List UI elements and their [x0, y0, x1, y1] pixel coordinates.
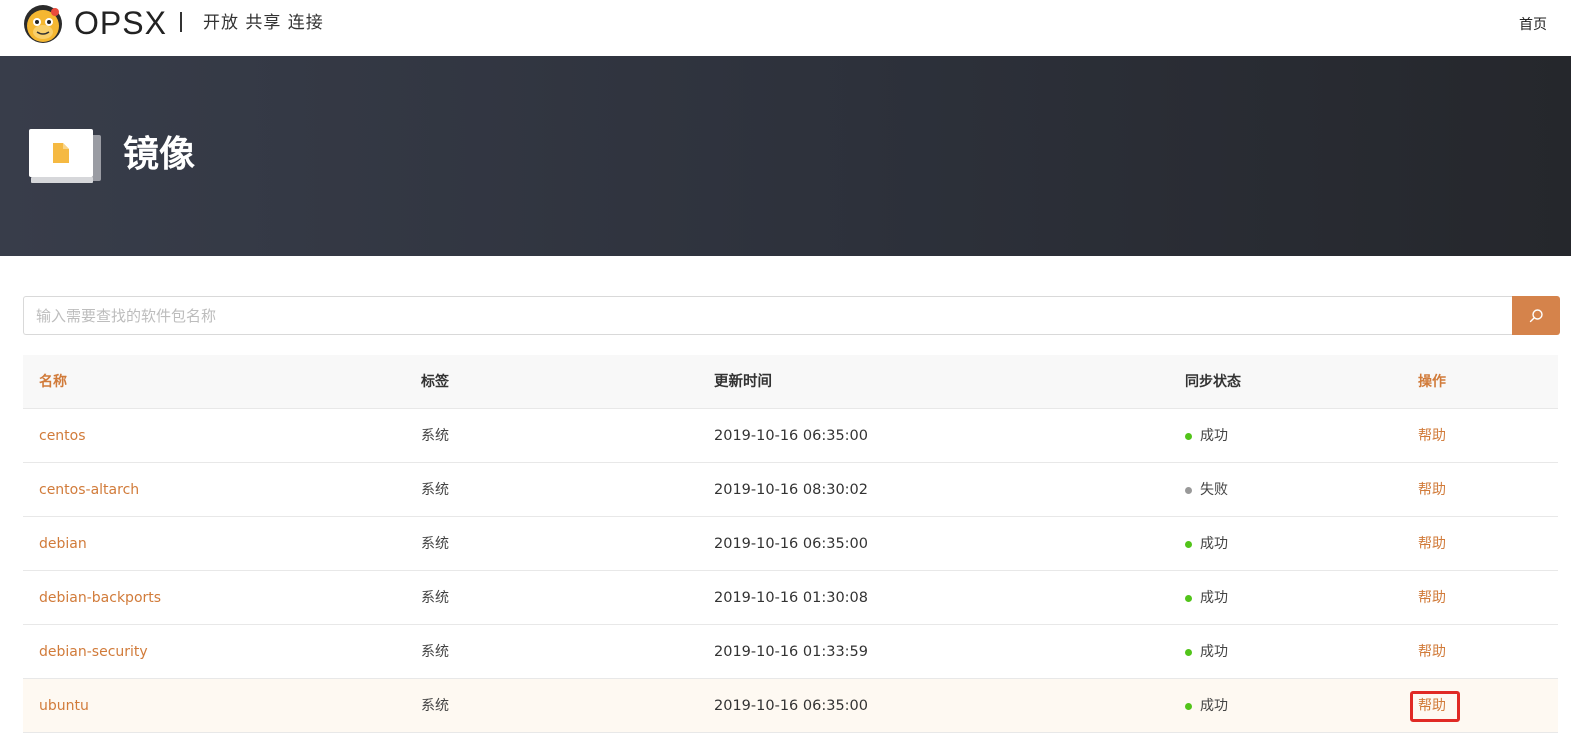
sync-status-label: 成功: [1200, 644, 1228, 660]
column-header-actions: 操作: [1418, 374, 1446, 390]
mirror-updated-time: 2019-10-16 08:30:02: [714, 482, 868, 498]
mirror-name-link[interactable]: ubuntu: [39, 679, 89, 733]
column-header-updated-time: 更新时间: [714, 374, 772, 390]
sync-status: 成功: [1185, 517, 1228, 571]
help-link[interactable]: 帮助: [1418, 625, 1446, 679]
sync-status: 成功: [1185, 625, 1228, 679]
table-row: debian 系统 2019-10-16 06:35:00 成功 帮助: [23, 517, 1558, 571]
sync-status: 成功: [1185, 571, 1228, 625]
sync-status: 失败: [1185, 463, 1228, 517]
search-bar: [23, 296, 1560, 335]
mirror-tag: 系统: [421, 698, 449, 714]
table-row: centos-altarch 系统 2019-10-16 08:30:02 失败…: [23, 463, 1558, 517]
status-dot-icon: [1185, 702, 1192, 710]
mirror-icon: [29, 129, 101, 183]
mirror-updated-time: 2019-10-16 06:35:00: [714, 428, 868, 444]
mirror-updated-time: 2019-10-16 01:30:08: [714, 590, 868, 606]
logo-mascot-icon[interactable]: [23, 4, 63, 44]
brand-divider: [180, 12, 182, 32]
search-icon: [1529, 308, 1543, 322]
column-header-sync-status: 同步状态: [1185, 374, 1241, 390]
table-row: centos 系统 2019-10-16 06:35:00 成功 帮助: [23, 409, 1558, 463]
brand-slogan: 开放 共享 连接: [203, 13, 324, 33]
brand-name[interactable]: OPSX: [74, 3, 167, 43]
mirror-updated-time: 2019-10-16 06:35:00: [714, 536, 868, 552]
help-link[interactable]: 帮助: [1418, 679, 1446, 733]
nav-home-link[interactable]: 首页: [1519, 14, 1547, 36]
mirror-name-link[interactable]: debian-backports: [39, 571, 161, 625]
status-dot-icon: [1185, 486, 1192, 494]
table-header: 名称 标签 更新时间 同步状态 操作: [23, 355, 1558, 409]
status-dot-icon: [1185, 540, 1192, 548]
sync-status-label: 失败: [1200, 482, 1228, 498]
page-banner: 镜像: [0, 56, 1571, 256]
sync-status-label: 成功: [1200, 698, 1228, 714]
mirror-name-link[interactable]: centos-altarch: [39, 463, 139, 517]
sync-status: 成功: [1185, 409, 1228, 463]
mirror-name-link[interactable]: centos: [39, 409, 86, 463]
mirror-tag: 系统: [421, 644, 449, 660]
mirror-updated-time: 2019-10-16 06:35:00: [714, 698, 868, 714]
sync-status: 成功: [1185, 679, 1228, 733]
mirror-name-link[interactable]: debian: [39, 517, 87, 571]
status-dot-icon: [1185, 648, 1192, 656]
mirror-table: 名称 标签 更新时间 同步状态 操作 centos 系统 2019-10-16 …: [23, 355, 1558, 733]
mirror-updated-time: 2019-10-16 01:33:59: [714, 644, 868, 660]
mirror-name-link[interactable]: debian-security: [39, 625, 148, 679]
help-link[interactable]: 帮助: [1418, 571, 1446, 625]
status-dot-icon: [1185, 594, 1192, 602]
sync-status-label: 成功: [1200, 590, 1228, 606]
table-row: ubuntu 系统 2019-10-16 06:35:00 成功 帮助: [23, 679, 1558, 733]
search-input[interactable]: [23, 296, 1513, 335]
mirror-tag: 系统: [421, 428, 449, 444]
search-button[interactable]: [1512, 296, 1560, 335]
help-link[interactable]: 帮助: [1418, 517, 1446, 571]
top-navbar: OPSX 开放 共享 连接 首页: [0, 0, 1571, 56]
table-row: debian-security 系统 2019-10-16 01:33:59 成…: [23, 625, 1558, 679]
table-row: debian-backports 系统 2019-10-16 01:30:08 …: [23, 571, 1558, 625]
mirror-tag: 系统: [421, 590, 449, 606]
column-header-tag: 标签: [421, 374, 449, 390]
column-header-name: 名称: [39, 374, 67, 390]
help-link[interactable]: 帮助: [1418, 463, 1446, 517]
help-link[interactable]: 帮助: [1418, 409, 1446, 463]
sync-status-label: 成功: [1200, 536, 1228, 552]
sync-status-label: 成功: [1200, 428, 1228, 444]
status-dot-icon: [1185, 432, 1192, 440]
mirror-tag: 系统: [421, 536, 449, 552]
mirror-tag: 系统: [421, 482, 449, 498]
page-title: 镜像: [123, 134, 196, 175]
